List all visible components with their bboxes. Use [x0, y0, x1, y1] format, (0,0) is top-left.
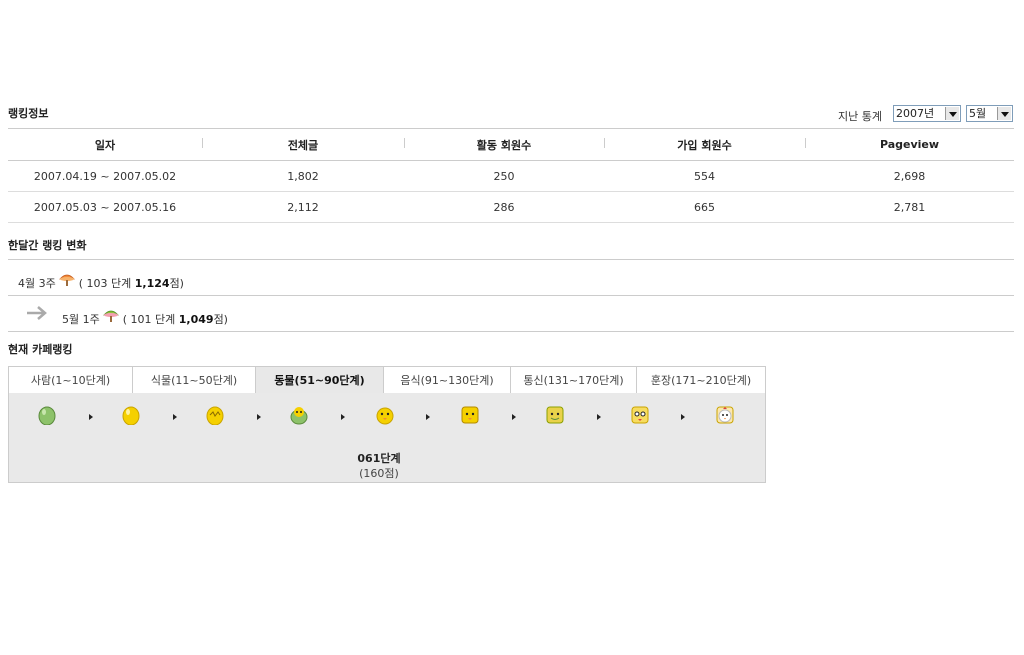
table-cell: 2,112	[202, 191, 404, 223]
tab-animal[interactable]: 동물(51~90단계)	[256, 367, 384, 394]
tab-person[interactable]: 사람(1~10단계)	[9, 367, 133, 394]
green-tree-icon	[103, 310, 120, 322]
next-stage-arrow	[89, 414, 93, 420]
tab-medal[interactable]: 훈장(171~210단계)	[637, 367, 765, 394]
rank-stage: ( 101 단계	[122, 313, 179, 326]
divider	[8, 295, 1014, 296]
rank-stage: ( 103 단계	[78, 277, 135, 290]
col-header-date: 일자	[8, 128, 202, 161]
rank-period: 5월 1주	[62, 313, 100, 326]
table-cell: 665	[604, 191, 805, 223]
table-cell: 2,781	[805, 191, 1014, 223]
rank-score-suffix: 점)	[169, 277, 184, 290]
table-row: 2007.05.03 ~ 2007.05.16 2,112 286 665 2,…	[8, 191, 1014, 223]
tab-communication[interactable]: 통신(131~170단계)	[511, 367, 637, 394]
next-stage-arrow	[512, 414, 516, 420]
table-cell: 1,802	[202, 160, 404, 192]
table-cell: 2,698	[805, 160, 1014, 192]
rank-score: 1,124	[134, 277, 170, 290]
year-select-value: 2007년	[896, 107, 935, 120]
chick-square-icon	[461, 406, 479, 424]
stats-header-row: 일자 전체글 활동 회원수 가입 회원수 Pageview	[8, 128, 1014, 161]
tab-food[interactable]: 음식(91~130단계)	[384, 367, 511, 394]
year-select[interactable]: 2007년	[893, 105, 961, 122]
current-stage-score: (160점)	[359, 467, 399, 480]
chick-face-icon	[631, 406, 649, 424]
current-ranking-title: 현재 카페랭킹	[8, 343, 73, 356]
rank-row-previous: 4월 3주 ( 103 단계 1,124점)	[18, 273, 184, 291]
stats-label: 지난 통계	[838, 110, 882, 123]
monthly-change-title: 한달간 랭킹 변화	[8, 239, 87, 252]
green-egg-icon	[38, 406, 56, 425]
rank-score: 1,049	[178, 313, 214, 326]
divider	[8, 331, 1014, 332]
chevron-down-icon[interactable]	[945, 107, 959, 120]
col-header-joined: 가입 회원수	[604, 128, 805, 161]
rank-score-suffix: 점)	[213, 313, 228, 326]
next-stage-arrow	[341, 414, 345, 420]
next-stage-arrow	[597, 414, 601, 420]
month-select-value: 5월	[969, 107, 987, 120]
table-cell: 554	[604, 160, 805, 192]
table-cell: 286	[404, 191, 604, 223]
next-stage-arrow	[681, 414, 685, 420]
chick-square-icon-2	[546, 406, 564, 424]
stats-table: 일자 전체글 활동 회원수 가입 회원수 Pageview 2007.04.19…	[8, 128, 1014, 223]
ranking-info-title: 랭킹정보	[8, 107, 49, 120]
divider	[8, 259, 1014, 260]
rank-period: 4월 3주	[18, 277, 56, 290]
arrow-right-icon	[27, 306, 47, 320]
chick-icon	[376, 407, 394, 425]
yellow-egg-icon	[122, 406, 140, 425]
next-stage-arrow	[426, 414, 430, 420]
table-cell: 2007.04.19 ~ 2007.05.02	[8, 160, 202, 192]
hatching-chick-icon	[290, 407, 308, 425]
chevron-down-icon[interactable]	[997, 107, 1011, 120]
cracked-egg-icon	[206, 406, 224, 425]
ranking-tabs: 사람(1~10단계) 식물(11~50단계) 동물(51~90단계) 음식(91…	[8, 366, 766, 394]
table-cell: 2007.05.03 ~ 2007.05.16	[8, 191, 202, 223]
col-header-pageview: Pageview	[805, 128, 1014, 161]
next-stage-arrow	[173, 414, 177, 420]
next-stage-arrow	[257, 414, 261, 420]
current-stage-name: 061단계	[357, 452, 401, 465]
table-row: 2007.04.19 ~ 2007.05.02 1,802 250 554 2,…	[8, 160, 1014, 192]
month-select[interactable]: 5월	[966, 105, 1013, 122]
rank-row-current: 5월 1주 ( 101 단계 1,049점)	[62, 309, 228, 327]
chicken-icon	[716, 406, 734, 424]
col-header-posts: 전체글	[202, 128, 404, 161]
tab-plant[interactable]: 식물(11~50단계)	[133, 367, 256, 394]
orange-tree-icon	[59, 274, 76, 286]
table-cell: 250	[404, 160, 604, 192]
col-header-active: 활동 회원수	[404, 128, 604, 161]
